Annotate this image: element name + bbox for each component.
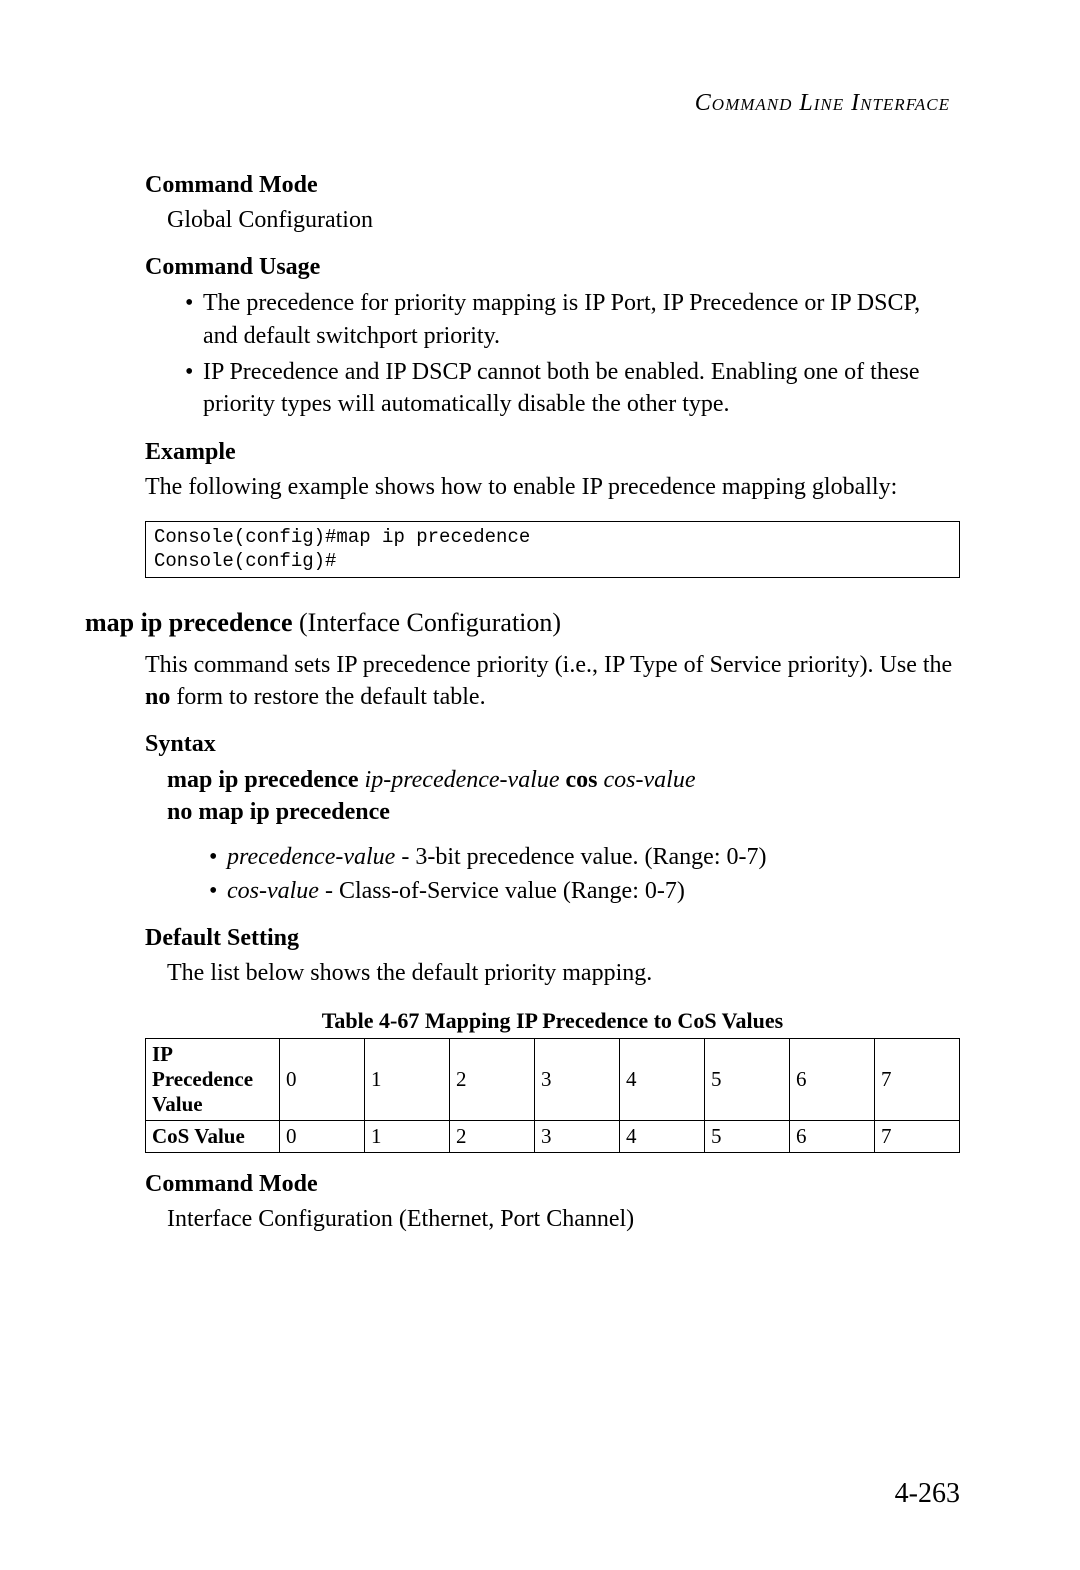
table-cell: 2 [450,1038,535,1120]
command-mode-heading: Command Mode [145,172,960,199]
syntax-line1-i1: ip-precedence-value [359,767,566,793]
table-cell: 1 [365,1120,450,1152]
page: Command Line Interface Command Mode Glob… [0,0,1080,1570]
section-title-bold: map ip precedence [85,608,293,637]
desc-part1: This command sets IP precedence priority… [145,652,952,678]
table-cell: 0 [280,1038,365,1120]
example-heading: Example [145,439,960,466]
command-mode2-heading: Command Mode [145,1171,960,1198]
command-mode-text: Global Configuration [167,205,960,236]
content: Command Mode Global Configuration Comman… [145,172,960,578]
page-number: 4-263 [895,1478,960,1510]
table-header: IP Precedence Value [146,1038,280,1120]
syntax-line1-i2: cos-value [598,767,696,793]
section-description: This command sets IP precedence priority… [145,650,960,712]
syntax-param: precedence-value - 3-bit precedence valu… [209,841,960,873]
syntax-line1-b1: map ip precedence [167,767,359,793]
table-header: CoS Value [146,1120,280,1152]
usage-bullet: IP Precedence and IP DSCP cannot both be… [185,356,960,421]
default-setting-text: The list below shows the default priorit… [167,958,960,989]
example-intro: The following example shows how to enabl… [145,472,960,503]
param-ital: precedence-value [227,844,395,870]
param-rest: - 3-bit precedence value. (Range: 0-7) [395,844,766,870]
table-cell: 0 [280,1120,365,1152]
table-cell: 6 [790,1120,875,1152]
syntax-lines: map ip precedence ip-precedence-value co… [167,764,960,829]
table-cell: 4 [620,1120,705,1152]
page-header: Command Line Interface [85,90,960,117]
table-cell: 4 [620,1038,705,1120]
mapping-table: IP Precedence Value 0 1 2 3 4 5 6 7 CoS … [145,1038,960,1153]
section-content: This command sets IP precedence priority… [145,650,960,1234]
table-row: IP Precedence Value 0 1 2 3 4 5 6 7 [146,1038,960,1120]
section-title: map ip precedence (Interface Configurati… [85,608,960,638]
table-caption: Table 4-67 Mapping IP Precedence to CoS … [145,1008,960,1034]
table-cell: 5 [705,1120,790,1152]
syntax-param: cos-value - Class-of-Service value (Rang… [209,875,960,907]
param-ital: cos-value [227,878,319,904]
usage-bullet: The precedence for priority mapping is I… [185,287,960,352]
table-cell: 2 [450,1120,535,1152]
table-row: CoS Value 0 1 2 3 4 5 6 7 [146,1120,960,1152]
table-cell: 3 [535,1038,620,1120]
syntax-params: precedence-value - 3-bit precedence valu… [209,841,960,908]
table-cell: 6 [790,1038,875,1120]
command-usage-heading: Command Usage [145,254,960,281]
default-setting-heading: Default Setting [145,925,960,952]
desc-bold: no [145,684,170,710]
table-cell: 3 [535,1120,620,1152]
table-cell: 7 [875,1120,960,1152]
command-mode2-text: Interface Configuration (Ethernet, Port … [167,1204,960,1235]
param-rest: - Class-of-Service value (Range: 0-7) [319,878,685,904]
table-cell: 1 [365,1038,450,1120]
syntax-heading: Syntax [145,731,960,758]
syntax-line1-b2: cos [566,767,598,793]
table-cell: 7 [875,1038,960,1120]
usage-bullets: The precedence for priority mapping is I… [185,287,960,421]
example-code: Console(config)#map ip precedence Consol… [145,521,960,579]
table-cell: 5 [705,1038,790,1120]
syntax-line2: no map ip precedence [167,799,390,825]
section-title-rest: (Interface Configuration) [293,608,562,637]
desc-part2: form to restore the default table. [170,684,485,710]
